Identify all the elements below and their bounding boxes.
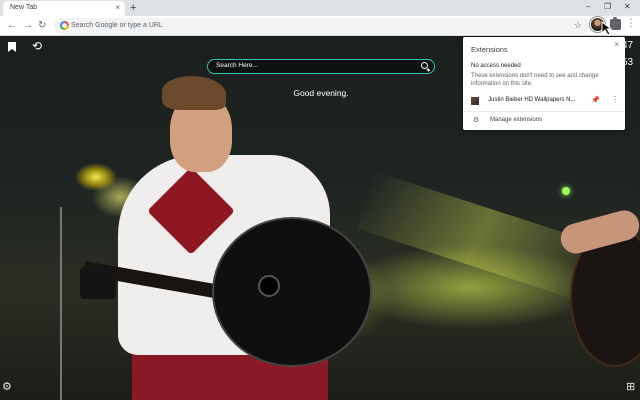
- close-window-button[interactable]: ✕: [624, 2, 631, 12]
- green-stage-light: [562, 187, 570, 195]
- search-box[interactable]: Search Here...: [207, 59, 435, 74]
- search-input[interactable]: Search Here...: [216, 62, 258, 69]
- extensions-popup: Extensions × No access needed These exte…: [463, 37, 625, 130]
- browser-menu-icon[interactable]: ⋮: [626, 19, 636, 29]
- guitar-soundhole: [258, 275, 280, 297]
- pin-icon[interactable]: 📌: [591, 96, 600, 104]
- close-icon[interactable]: ×: [614, 40, 619, 49]
- extension-name[interactable]: Justin Bieber HD Wallpapers N...: [488, 97, 575, 103]
- extension-icon: [471, 97, 479, 105]
- reload-icon[interactable]: ↻: [38, 20, 46, 31]
- back-arrow-icon[interactable]: ←: [7, 20, 17, 31]
- gear-icon: ⚙: [473, 117, 480, 124]
- popup-title: Extensions: [471, 45, 508, 54]
- section-description: These extensions don't need to see and c…: [471, 73, 599, 87]
- guitar-headstock: [80, 267, 116, 299]
- extension-row[interactable]: Justin Bieber HD Wallpapers N... 📌 ⋮: [463, 94, 625, 108]
- manage-extensions-link[interactable]: Manage extensions: [490, 117, 542, 123]
- guitar-body: [212, 217, 372, 367]
- search-icon[interactable]: [421, 62, 428, 69]
- section-heading: No access needed: [471, 63, 521, 69]
- forward-arrow-icon[interactable]: →: [23, 20, 33, 31]
- more-icon[interactable]: ⋮: [611, 95, 619, 104]
- minimize-button[interactable]: –: [586, 2, 590, 12]
- tab-strip: New Tab × + – ❐ ✕: [0, 0, 640, 16]
- omnibox[interactable]: Search Google or type a URL ☆: [54, 18, 590, 34]
- divider: [463, 111, 625, 112]
- bookmark-star-icon[interactable]: ☆: [574, 20, 582, 31]
- google-logo-icon: [60, 21, 69, 30]
- cursor-icon: [601, 20, 613, 36]
- browser-toolbar: ← → ↻ Search Google or type a URL ☆: [0, 16, 640, 36]
- history-icon[interactable]: ⟲: [32, 39, 42, 53]
- mic-stand: [60, 207, 62, 400]
- tab-title: New Tab: [10, 4, 38, 11]
- tab-close-icon[interactable]: ×: [115, 3, 120, 13]
- tab-new-tab[interactable]: New Tab ×: [3, 1, 125, 16]
- restore-button[interactable]: ❐: [604, 2, 611, 12]
- omnibox-placeholder: Search Google or type a URL: [71, 22, 163, 29]
- apps-grid-icon[interactable]: ⊞: [626, 382, 635, 393]
- new-tab-button[interactable]: +: [130, 2, 136, 14]
- gear-icon[interactable]: ⚙: [2, 382, 12, 393]
